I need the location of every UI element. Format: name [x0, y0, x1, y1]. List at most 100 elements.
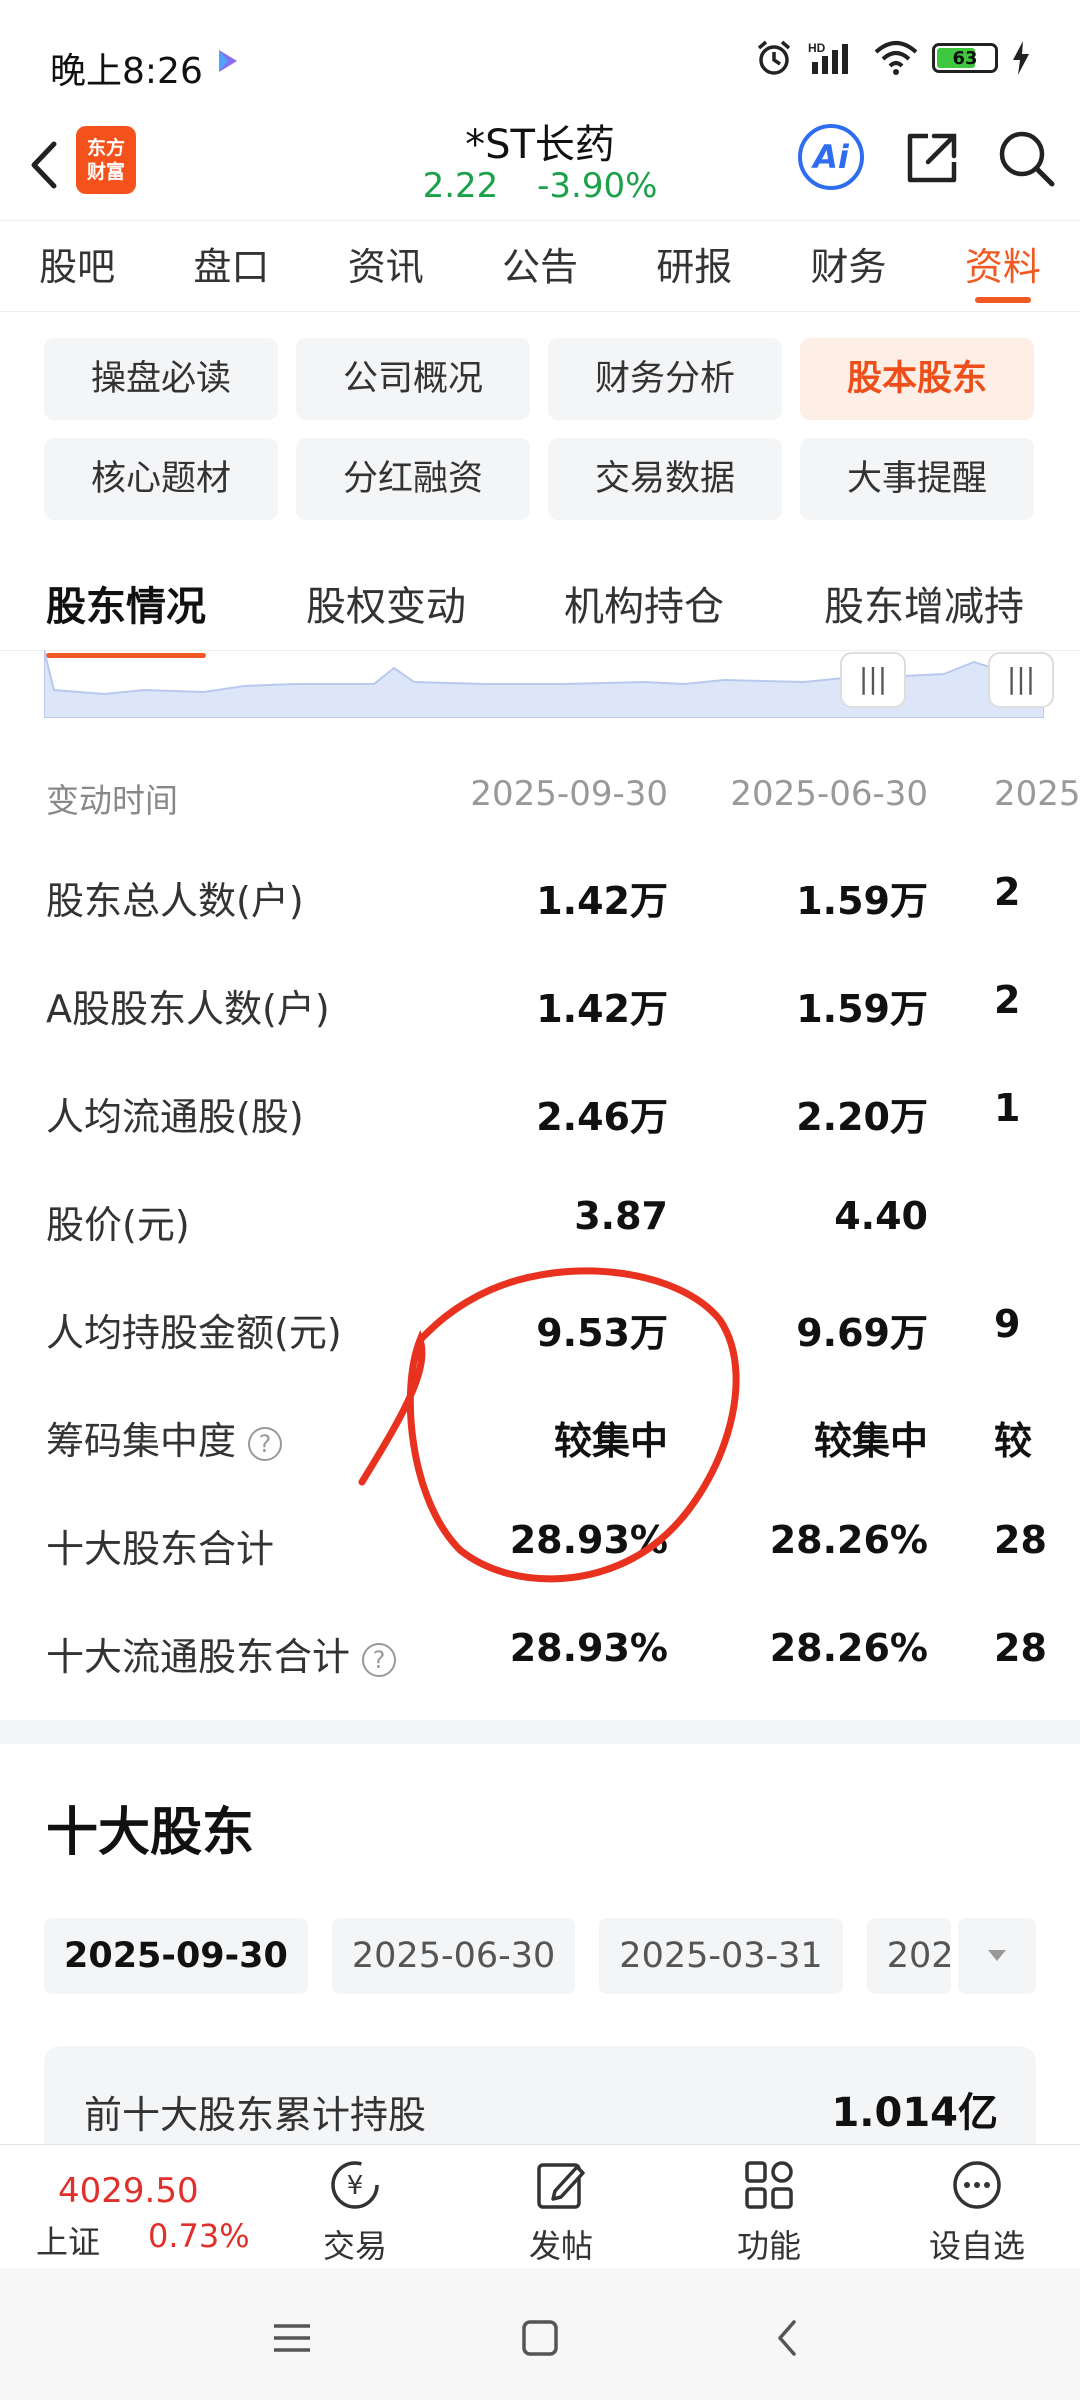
- bottom-action-bar: 4029.50 上证 0.73% ¥ 交易 发帖 功能 设自选: [0, 2144, 1080, 2268]
- date-chip[interactable]: 2025-03-31: [599, 1918, 843, 1994]
- tab-guba[interactable]: 股吧: [0, 221, 154, 311]
- cell: 9: [994, 1302, 1021, 1346]
- tab-research[interactable]: 研报: [617, 221, 771, 311]
- date-chip[interactable]: 202: [866, 1918, 951, 1994]
- row-label: 股价(元): [46, 1203, 190, 1247]
- section-title-top-ten: 十大股东: [46, 1803, 255, 1863]
- subtab-shareholder-status[interactable]: 股东情况: [46, 574, 206, 658]
- grid-button-dividends[interactable]: 分红融资: [296, 438, 530, 520]
- cell: 2: [994, 978, 1021, 1022]
- tab-pankou[interactable]: 盘口: [154, 221, 308, 311]
- row-label: 十大流通股东合计?: [46, 1626, 397, 1681]
- shareholder-table: 变动时间 2025-09-30 2025-06-30 2025 股东总人数(户)…: [0, 760, 1080, 1704]
- wifi-icon: [874, 41, 918, 75]
- row-label: A股股东人数(户): [46, 987, 330, 1031]
- app-root: { "status_bar": {"time": "晚上8:26", "batt…: [0, 0, 1080, 2400]
- row-label: 股东总人数(户): [46, 879, 304, 923]
- table-row: 十大股东合计 28.93% 28.26% 28: [0, 1488, 1080, 1596]
- menu-icon[interactable]: [262, 2308, 322, 2368]
- top-ten-summary: 前十大股东累计持股 1.014亿: [44, 2046, 1036, 2156]
- range-handle-right[interactable]: |||: [988, 652, 1054, 708]
- subtab-institutional-holdings[interactable]: 机构持仓: [564, 574, 724, 632]
- summary-value: 1.014亿: [831, 2090, 998, 2136]
- functions-button[interactable]: 功能: [704, 2157, 834, 2267]
- index-change-pct: 0.73%: [148, 2217, 250, 2255]
- search-icon[interactable]: [994, 126, 1058, 190]
- cell: 28: [994, 1518, 1047, 1562]
- help-icon[interactable]: ?: [362, 1642, 397, 1677]
- grid-button-trading-data[interactable]: 交易数据: [548, 438, 782, 520]
- battery-icon: 63: [932, 43, 998, 73]
- cell: 1.42万: [536, 987, 668, 1031]
- tab-profile[interactable]: 资料: [926, 221, 1080, 311]
- cell: 28.26%: [769, 1626, 928, 1670]
- column-header-date: 变动时间: [46, 781, 178, 820]
- table-row: A股股东人数(户) 1.42万 1.59万 2: [0, 948, 1080, 1056]
- tab-news[interactable]: 资讯: [309, 221, 463, 311]
- add-watchlist-button[interactable]: 设自选: [912, 2157, 1042, 2267]
- grid-button-events[interactable]: 大事提醒: [800, 438, 1034, 520]
- grid-button-company-overview[interactable]: 公司概况: [296, 338, 530, 420]
- trade-label: 交易: [322, 2227, 387, 2265]
- table-row: 股东总人数(户) 1.42万 1.59万 2: [0, 840, 1080, 948]
- column-header-date-2[interactable]: 2025-06-30: [730, 774, 928, 814]
- date-chip[interactable]: 2025-06-30: [331, 1918, 576, 1994]
- cell: 28.26%: [769, 1518, 928, 1562]
- table-row: 人均持股金额(元) 9.53万 9.69万 9: [0, 1272, 1080, 1380]
- grid-button-core-themes[interactable]: 核心题材: [44, 438, 278, 520]
- cell: 2: [994, 870, 1021, 914]
- help-icon[interactable]: ?: [248, 1426, 283, 1461]
- functions-label: 功能: [736, 2227, 801, 2265]
- back-icon[interactable]: [758, 2308, 818, 2368]
- stock-change-pct: -3.90%: [537, 166, 658, 206]
- index-name: 上证: [36, 2223, 101, 2261]
- cell: 9.53万: [536, 1311, 668, 1355]
- play-store-icon: [219, 50, 237, 72]
- tab-finance[interactable]: 财务: [771, 221, 925, 311]
- table-header-row: 变动时间 2025-09-30 2025-06-30 2025: [0, 760, 1080, 840]
- post-label: 发帖: [528, 2227, 593, 2265]
- cell: 较集中: [813, 1419, 928, 1463]
- column-header-date-3[interactable]: 2025: [994, 774, 1080, 814]
- cell: 1: [994, 1086, 1021, 1130]
- cell: 1.59万: [796, 879, 928, 923]
- cell: 9.69万: [796, 1311, 928, 1355]
- main-tabs: 股吧 盘口 资讯 公告 研报 财务 资料: [0, 220, 1080, 312]
- row-label: 筹码集中度?: [46, 1410, 283, 1465]
- grid-button-financial-analysis[interactable]: 财务分析: [548, 338, 782, 420]
- cell: 4.40: [834, 1194, 928, 1238]
- grid-button-trading-guide[interactable]: 操盘必读: [44, 338, 278, 420]
- tab-announcements[interactable]: 公告: [463, 221, 617, 311]
- edit-icon: [537, 2163, 585, 2209]
- date-chip[interactable]: 2025-09-30: [44, 1918, 308, 1994]
- cell: 28.93%: [509, 1518, 668, 1562]
- share-icon[interactable]: [900, 126, 964, 190]
- date-dropdown-button[interactable]: [958, 1918, 1036, 1994]
- stock-header: 东方 财富 *ST长药 2.22 -3.90% Ai: [0, 110, 1080, 220]
- cell: 3.87: [574, 1194, 668, 1238]
- cell: 1.59万: [796, 987, 928, 1031]
- cell: 1.42万: [536, 879, 668, 923]
- grid-button-shareholders[interactable]: 股本股东: [800, 338, 1034, 420]
- subtab-shareholder-changes[interactable]: 股东增减持: [824, 574, 1024, 632]
- cell: 28: [994, 1626, 1047, 1670]
- home-icon[interactable]: [510, 2308, 570, 2368]
- report-date-selector: 2025-09-30 2025-06-30 2025-03-31 202: [44, 1918, 951, 1998]
- profile-section-grid: 操盘必读 公司概况 财务分析 股本股东 核心题材 分红融资 交易数据 大事提醒: [44, 338, 1036, 520]
- cell: 28.93%: [509, 1626, 668, 1670]
- post-button[interactable]: 发帖: [496, 2157, 626, 2267]
- summary-label: 前十大股东累计持股: [84, 2093, 427, 2137]
- range-handle-left[interactable]: |||: [840, 652, 906, 708]
- network-type: HD: [808, 41, 826, 55]
- cell: 较: [994, 1419, 1033, 1463]
- shareholder-sub-tabs: 股东情况 股权变动 机构持仓 股东增减持: [0, 560, 1080, 658]
- trade-button[interactable]: ¥ 交易: [290, 2157, 420, 2267]
- row-label: 人均流通股(股): [46, 1095, 304, 1139]
- table-row: 筹码集中度? 较集中 较集中 较: [0, 1380, 1080, 1488]
- column-header-date-1[interactable]: 2025-09-30: [470, 774, 668, 814]
- ai-assistant-button[interactable]: Ai: [798, 124, 864, 190]
- subtab-equity-changes[interactable]: 股权变动: [306, 574, 466, 632]
- cell: 2.46万: [536, 1095, 668, 1139]
- charging-icon: [1013, 41, 1029, 75]
- battery-level: 63: [952, 47, 978, 69]
